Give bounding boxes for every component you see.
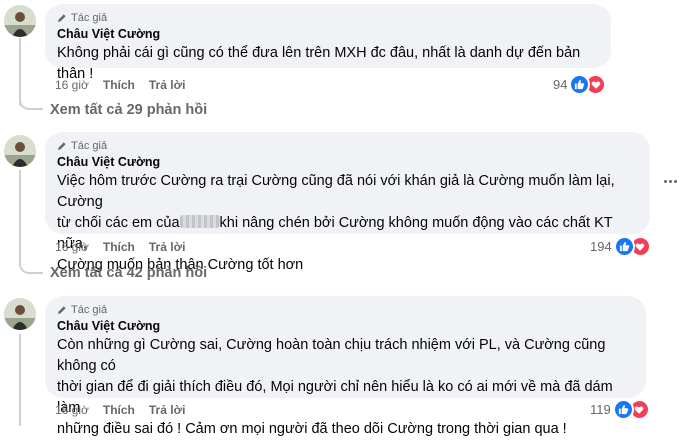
- avatar[interactable]: [4, 298, 36, 330]
- pencil-icon: [58, 306, 66, 314]
- reaction-summary[interactable]: 194: [590, 236, 651, 257]
- comment-text-line: Việc hôm trước Cường ra trại Cường cũng …: [57, 173, 615, 210]
- comment-text-line: Còn những gì Cường sai, Cường hoàn toàn …: [57, 337, 606, 374]
- avatar[interactable]: [4, 135, 36, 167]
- comment-bubble: Tác giả Châu Việt Cường Việc hôm trước C…: [45, 132, 650, 273]
- author-badge: Tác giả: [57, 139, 638, 153]
- comment-text: Còn những gì Cường sai, Cường hoàn toàn …: [57, 335, 634, 440]
- author-tag-label: Tác giả: [71, 304, 108, 316]
- comment-bubble: Tác giả Châu Việt Cường Không phải cái g…: [45, 4, 611, 82]
- like-button[interactable]: Thích: [103, 402, 135, 418]
- reply-button[interactable]: Trả lời: [149, 77, 186, 93]
- author-name[interactable]: Châu Việt Cường: [57, 154, 638, 171]
- reaction-summary[interactable]: 94: [553, 74, 607, 95]
- thread-line: [19, 334, 21, 426]
- reaction-count: 119: [590, 402, 611, 417]
- reaction-summary[interactable]: 119: [590, 399, 650, 420]
- pencil-icon: [58, 14, 66, 22]
- like-icon: [613, 236, 635, 257]
- author-name[interactable]: Châu Việt Cường: [57, 318, 634, 335]
- reply-button[interactable]: Trả lời: [149, 402, 186, 418]
- comment-bubble: Tác giả Châu Việt Cường Còn những gì Cườ…: [45, 296, 646, 437]
- author-tag-label: Tác giả: [71, 12, 108, 24]
- comment-actions: 16 giờ Thích Trả lời: [55, 77, 185, 93]
- pencil-icon: [58, 142, 66, 150]
- comment-time[interactable]: 16 giờ: [55, 239, 89, 255]
- comment-time[interactable]: 16 giờ: [55, 402, 89, 418]
- comment-time[interactable]: 16 giờ: [55, 77, 89, 93]
- blurred-text: [179, 215, 220, 228]
- thread-elbow: [19, 260, 43, 274]
- reaction-count: 94: [553, 77, 568, 92]
- thread-line: [19, 170, 21, 266]
- comment-text-part: từ chối các em của: [57, 215, 180, 231]
- reaction-count: 194: [590, 239, 612, 254]
- comment-text: Việc hôm trước Cường ra trại Cường cũng …: [57, 171, 638, 276]
- like-button[interactable]: Thích: [103, 239, 135, 255]
- author-tag-label: Tác giả: [71, 140, 108, 152]
- author-badge: Tác giả: [57, 11, 599, 25]
- comment-actions: 16 giờ Thích Trả lời: [55, 239, 185, 255]
- view-replies-link[interactable]: Xem tất cả 42 phản hồi: [50, 265, 207, 281]
- like-button[interactable]: Thích: [103, 77, 135, 93]
- more-options-icon[interactable]: [658, 169, 682, 193]
- author-badge: Tác giả: [57, 303, 634, 317]
- avatar[interactable]: [4, 5, 36, 37]
- thread-elbow: [19, 96, 43, 110]
- view-replies-link[interactable]: Xem tất cả 29 phản hồi: [50, 102, 207, 118]
- reply-button[interactable]: Trả lời: [149, 239, 186, 255]
- comment-actions: 16 giờ Thích Trả lời: [55, 402, 185, 418]
- author-name[interactable]: Châu Việt Cường: [57, 26, 599, 43]
- like-icon: [612, 399, 634, 420]
- comment-text-line: những điều sai đó ! Cảm ơn mọi người đã …: [57, 421, 567, 437]
